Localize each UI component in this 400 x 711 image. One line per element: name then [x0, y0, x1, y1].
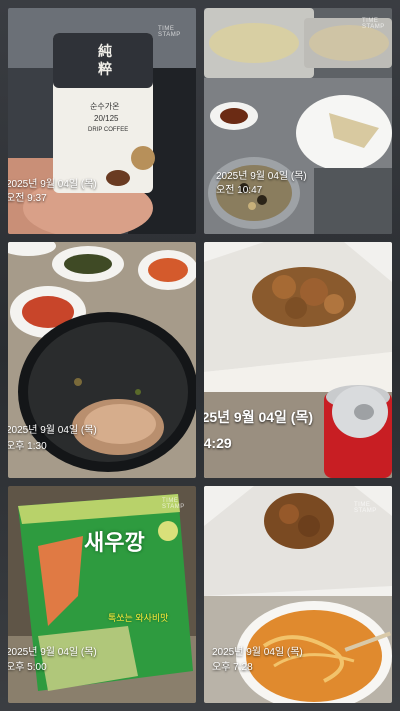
photo-grid: 純 粹 순수가온 20/125 DRIP COFFEE TIME STAMP 2… [8, 8, 392, 703]
photo-time: 오전 9:37 [8, 193, 47, 204]
photo-time: 오후 5:00 [8, 662, 47, 673]
coffee-product-name-2: 粹 [98, 61, 112, 77]
photo-date: 2025년 9월 04일 (목) [216, 171, 307, 182]
photo-time: 오전 10:47 [216, 185, 263, 196]
timestamp-watermark: TIME STAMP [362, 18, 385, 30]
snack-product-name: 새우깡 [84, 530, 145, 555]
photo-date: 2025년 9월 04일 (목) [8, 179, 97, 190]
photo-time: 오후 4:29 [204, 435, 232, 451]
coffee-product-type: DRIP COFFEE [88, 127, 129, 133]
photo-date: 2025년 9월 04일 (목) [8, 425, 97, 436]
photo-tile-coffee[interactable]: 純 粹 순수가온 20/125 DRIP COFFEE TIME STAMP 2… [8, 8, 196, 234]
timestamp-watermark: TIME STAMP [162, 498, 185, 510]
photo-tile-cafeteria[interactable]: TIME STAMP 2025년 9월 04일 (목) 오전 10:47 [204, 8, 392, 234]
photo-date: 2025년 9월 04일 (목) [212, 647, 303, 658]
photo-date: 2025년 9월 04일 (목) [8, 647, 97, 658]
photo-chicken-image [204, 242, 392, 478]
photo-date: 2025년 9월 04일 (목) [204, 409, 314, 425]
photo-tile-chicken[interactable]: 2025년 9월 04일 (목) 오후 4:29 [204, 242, 392, 478]
photo-time: 오후 1:30 [8, 441, 47, 452]
photo-tile-snack[interactable]: 새우깡 톡쏘는 와사비맛 TIME STAMP 2025년 9월 04일 (목)… [8, 486, 196, 703]
photo-cafeteria-image [204, 8, 392, 234]
photo-time: 오후 7:28 [212, 662, 253, 673]
timestamp-watermark: TIME STAMP [354, 502, 377, 514]
timestamp-watermark: TIME STAMP [158, 26, 181, 38]
coffee-product-name: 純 [98, 43, 112, 59]
photo-tile-stone-bowl[interactable]: 2025년 9월 04일 (목) 오후 1:30 [8, 242, 196, 478]
snack-product-flavor: 톡쏘는 와사비맛 [108, 613, 169, 623]
photo-tile-ramen[interactable]: TIME STAMP 2025년 9월 04일 (목) 오후 7:28 [204, 486, 392, 703]
